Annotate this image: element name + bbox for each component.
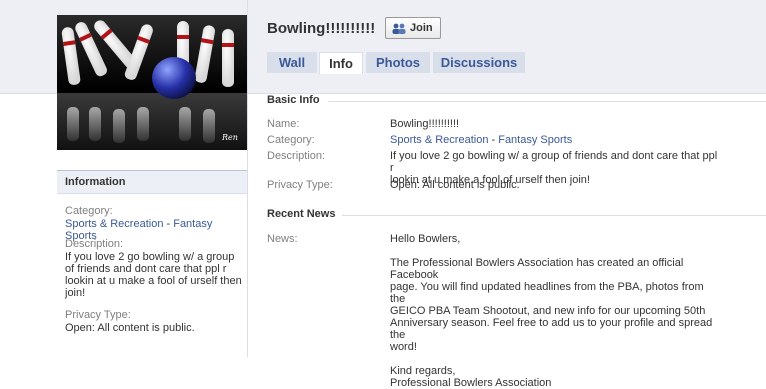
description-line: If you love 2 go bowling w/ a group of f… — [390, 150, 718, 174]
photo-signature: Ren — [222, 133, 238, 142]
bowling-pin — [222, 29, 234, 87]
description-line: join! — [65, 287, 86, 299]
privacy-value: Open: All content is public. — [390, 179, 520, 191]
description-line: lookin at u make a fool of urself then — [65, 275, 242, 287]
join-button-label: Join — [410, 22, 433, 34]
basic-info-title: Basic Info — [267, 94, 320, 106]
description-line: If you love 2 go bowling w/ a group — [65, 251, 235, 263]
category-main-link[interactable]: Sports & Recreation — [390, 134, 488, 146]
privacy-label: Privacy Type: — [267, 179, 333, 191]
news-line: GEICO PBA Team Shootout, and new info fo… — [390, 305, 706, 317]
recent-news-title: Recent News — [267, 208, 336, 220]
news-body: Hello Bowlers, The Professional Bowlers … — [390, 233, 720, 389]
sidebar-category-label: Category: — [65, 205, 113, 217]
pin-reflection — [113, 109, 125, 143]
category-separator: - — [488, 134, 499, 146]
sidebar-category-main-link[interactable]: Sports & Recreation — [65, 218, 163, 230]
news-greeting: Hello Bowlers, — [390, 233, 461, 245]
lane-floor — [57, 93, 247, 150]
news-closing: Kind regards, — [390, 365, 456, 377]
name-value: Bowling!!!!!!!!!! — [390, 118, 460, 130]
pin-reflection — [89, 107, 101, 141]
bowling-pin — [194, 24, 216, 84]
tab-photos[interactable]: Photos — [366, 52, 430, 73]
news-signature: Professional Bowlers Association — [390, 377, 552, 389]
group-title: Bowling!!!!!!!!!! — [267, 20, 376, 37]
category-separator: - — [163, 218, 174, 230]
join-button[interactable]: Join — [385, 17, 441, 39]
category-value: Sports & Recreation - Fantasy Sports — [390, 134, 720, 146]
pin-reflection — [67, 107, 79, 141]
news-label: News: — [267, 233, 298, 245]
tab-info[interactable]: Info — [319, 52, 363, 74]
description-label: Description: — [267, 150, 326, 162]
tab-wall[interactable]: Wall — [267, 52, 317, 73]
information-box-header: Information — [57, 170, 247, 194]
category-label: Category: — [267, 134, 315, 146]
description-line: of friends and dont care that ppl r — [65, 263, 227, 275]
information-title: Information — [65, 176, 126, 188]
news-line: word! — [390, 341, 417, 353]
sidebar-description-value: If you love 2 go bowling w/ a group of f… — [65, 251, 243, 299]
pin-reflection — [203, 109, 215, 143]
category-sub-link[interactable]: Fantasy Sports — [498, 134, 572, 146]
name-label: Name: — [267, 118, 300, 130]
bowling-ball — [152, 57, 196, 99]
section-rule — [342, 215, 766, 216]
news-line: page. You will find updated headlines fr… — [390, 281, 704, 305]
tab-discussions[interactable]: Discussions — [433, 52, 525, 73]
column-divider — [247, 0, 248, 357]
pin-reflection — [137, 107, 149, 141]
group-profile-photo[interactable]: Ren — [57, 15, 247, 150]
sidebar-description-label: Description: — [65, 238, 124, 250]
section-rule — [328, 101, 766, 102]
sidebar-privacy-value: Open: All content is public. — [65, 322, 195, 334]
pin-reflection — [179, 107, 191, 141]
sidebar-privacy-label: Privacy Type: — [65, 309, 131, 321]
news-line: The Professional Bowlers Association has… — [390, 257, 684, 281]
users-icon — [392, 23, 406, 34]
news-line: Anniversary season. Feel free to add us … — [390, 317, 713, 341]
